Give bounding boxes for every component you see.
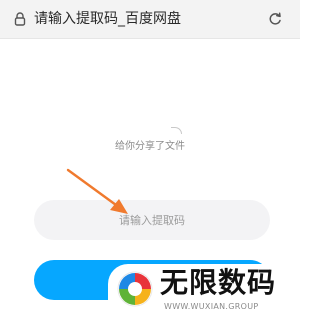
share-message: 给你分享了文件 xyxy=(115,141,185,152)
watermark-url: WWW.WUXIAN.GROUP xyxy=(164,302,259,311)
annotation-arrow xyxy=(66,168,128,214)
watermark-name: 无限数码 xyxy=(160,266,277,299)
sharer-avatar xyxy=(171,127,182,134)
browser-address-bar[interactable]: 请输入提取码_百度网盘 xyxy=(0,0,300,39)
watermark-logo xyxy=(117,271,153,307)
lock-icon xyxy=(14,12,26,26)
page-title: 请输入提取码_百度网盘 xyxy=(34,11,181,27)
reload-icon[interactable] xyxy=(267,11,283,27)
watermark: 无限数码 WWW.WUXIAN.GROUP xyxy=(108,264,300,317)
